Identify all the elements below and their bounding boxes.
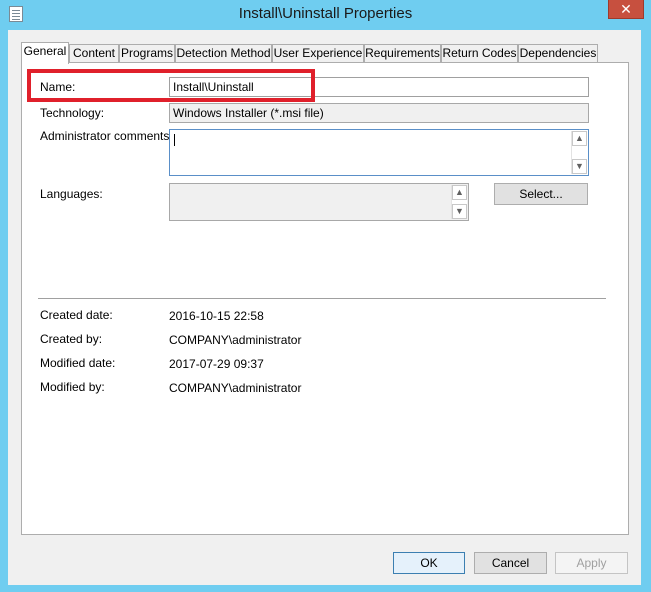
- scroll-up-icon[interactable]: ▲: [452, 185, 467, 200]
- ok-button[interactable]: OK: [393, 552, 465, 574]
- name-highlight-box: [27, 69, 315, 102]
- created-by-value: COMPANY\administrator: [169, 333, 302, 347]
- languages-list[interactable]: ▲ ▼: [169, 183, 469, 221]
- modified-date-label: Modified date:: [40, 356, 116, 370]
- window-title: Install\Uninstall Properties: [238, 5, 413, 22]
- tab-content[interactable]: Content: [69, 44, 119, 63]
- modified-by-value: COMPANY\administrator: [169, 381, 302, 395]
- admin-comments-textarea[interactable]: ▲ ▼: [169, 129, 589, 176]
- close-icon: ✕: [620, 1, 632, 17]
- admin-comments-scrollbar[interactable]: ▲ ▼: [571, 131, 587, 174]
- tab-programs[interactable]: Programs: [119, 44, 175, 63]
- languages-label: Languages:: [40, 187, 103, 201]
- tab-return-codes[interactable]: Return Codes: [441, 44, 518, 63]
- tab-dependencies[interactable]: Dependencies: [518, 44, 598, 63]
- modified-date-value: 2017-07-29 09:37: [169, 357, 264, 371]
- tab-detection-method[interactable]: Detection Method: [175, 44, 272, 63]
- tab-requirements[interactable]: Requirements: [364, 44, 441, 63]
- created-date-value: 2016-10-15 22:58: [169, 309, 264, 323]
- separator: [38, 298, 606, 300]
- text-caret: [174, 134, 175, 146]
- modified-by-label: Modified by:: [40, 380, 105, 394]
- languages-scrollbar[interactable]: ▲ ▼: [451, 185, 467, 219]
- apply-button[interactable]: Apply: [555, 552, 628, 574]
- title-bar[interactable]: Install\Uninstall Properties ✕: [0, 0, 651, 30]
- technology-field: Windows Installer (*.msi file): [169, 103, 589, 123]
- scroll-down-icon[interactable]: ▼: [572, 159, 587, 174]
- cancel-button[interactable]: Cancel: [474, 552, 547, 574]
- technology-label: Technology:: [40, 106, 105, 120]
- admin-comments-label: Administrator comments:: [40, 129, 173, 143]
- scroll-up-icon[interactable]: ▲: [572, 131, 587, 146]
- created-date-label: Created date:: [40, 308, 113, 322]
- close-button[interactable]: ✕: [608, 0, 644, 19]
- tab-user-experience[interactable]: User Experience: [272, 44, 364, 63]
- select-languages-button[interactable]: Select...: [494, 183, 588, 205]
- tab-general[interactable]: General: [21, 42, 69, 64]
- properties-window: Install\Uninstall Properties ✕ General C…: [0, 0, 651, 592]
- scroll-down-icon[interactable]: ▼: [452, 204, 467, 219]
- created-by-label: Created by:: [40, 332, 103, 346]
